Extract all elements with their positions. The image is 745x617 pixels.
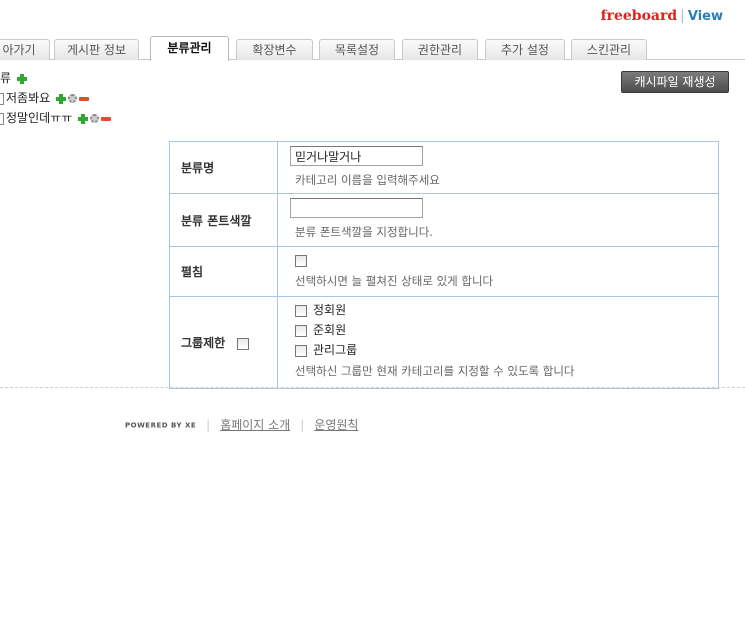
category-name-label: 분류명	[169, 141, 278, 194]
tab-go[interactable]: 아가기	[0, 39, 50, 60]
tab-board-info[interactable]: 게시판 정보	[54, 39, 139, 60]
group-option: 준회원	[295, 321, 718, 341]
add-icon[interactable]	[16, 73, 27, 84]
expand-cell: 선택하시면 늘 펼쳐진 상태로 있게 합니다	[277, 246, 719, 297]
group-limit-label: 그룹제한	[181, 336, 226, 350]
group-option: 정회원	[295, 301, 718, 321]
footer-separator: |	[206, 418, 211, 432]
powered-by-logo[interactable]: POWERED BY XE	[125, 422, 196, 430]
group-option-label: 준회원	[313, 323, 347, 337]
tree-root: 류	[0, 70, 27, 86]
tab-extra-vars[interactable]: 확장변수	[236, 39, 313, 60]
brand-separator: |	[680, 8, 685, 24]
category-name-help: 카테고리 이름을 입력해주세요	[295, 173, 440, 187]
group-checkbox[interactable]	[295, 344, 307, 357]
group-help: 선택하신 그룹만 현재 카테고리를 지정할 수 있도록 합니다	[295, 364, 575, 378]
tree-branch-icon	[0, 92, 4, 105]
tree-item: 저좀봐요	[0, 90, 89, 106]
group-checkbox[interactable]	[295, 304, 307, 317]
group-limit-header: 그룹제한	[169, 296, 278, 389]
group-limit-checkbox[interactable]	[237, 337, 250, 350]
add-icon[interactable]	[78, 113, 89, 124]
delete-icon[interactable]	[101, 116, 112, 121]
brand-name[interactable]: freeboard	[601, 8, 678, 24]
category-name-cell: 카테고리 이름을 입력해주세요	[277, 141, 719, 194]
group-checkbox[interactable]	[295, 324, 307, 337]
form-row-name: 분류명 카테고리 이름을 입력해주세요	[169, 141, 719, 194]
tab-list-settings[interactable]: 목록설정	[319, 39, 395, 60]
group-option: 관리그룹	[295, 341, 718, 361]
delete-icon[interactable]	[79, 96, 89, 101]
gear-icon[interactable]	[68, 94, 77, 103]
expand-checkbox[interactable]	[295, 254, 307, 267]
tab-additional-settings[interactable]: 추가 설정	[485, 39, 565, 60]
add-icon[interactable]	[56, 93, 66, 104]
view-link[interactable]: View	[688, 9, 723, 24]
expand-label: 펼침	[169, 246, 278, 297]
form-row-font-color: 분류 폰트색깔 분류 폰트색깔을 지정합니다.	[169, 193, 719, 247]
footer-link-policy[interactable]: 운영원칙	[314, 418, 358, 432]
footer: POWERED BY XE | 홈페이지 소개 | 운영원칙	[125, 416, 358, 433]
expand-help: 선택하시면 늘 펼쳐진 상태로 있게 합니다	[295, 274, 494, 288]
brand-header: freeboard | View	[601, 8, 723, 24]
footer-link-about[interactable]: 홈페이지 소개	[220, 418, 290, 432]
footer-divider	[0, 387, 745, 388]
font-color-cell: 분류 폰트색깔을 지정합니다.	[277, 193, 719, 247]
category-name-input[interactable]	[290, 146, 423, 166]
tree-item: 정말인데ㅠㅠ	[0, 110, 112, 126]
tree-root-label[interactable]: 류	[0, 71, 11, 85]
expand-checkbox-line	[295, 251, 718, 271]
category-form: 분류명 카테고리 이름을 입력해주세요 분류 폰트색깔 분류 폰트색깔을 지정합…	[169, 141, 719, 389]
tab-category-management[interactable]: 분류관리	[150, 36, 229, 61]
font-color-input[interactable]	[290, 198, 423, 218]
regenerate-cache-button[interactable]: 캐시파일 재생성	[621, 71, 729, 93]
group-option-label: 정회원	[313, 303, 347, 317]
tab-skin-management[interactable]: 스킨관리	[571, 39, 647, 60]
form-row-group: 그룹제한 정회원 준회원 관리그룹 선택하신 그룹만 현재 카테고리를 지정할 …	[169, 296, 719, 389]
form-row-expand: 펼침 선택하시면 늘 펼쳐진 상태로 있게 합니다	[169, 246, 719, 297]
tree-item-label[interactable]: 정말인데ㅠㅠ	[6, 111, 72, 125]
tab-bar: 아가기 게시판 정보 분류관리 확장변수 목록설정 권한관리 추가 설정 스킨관…	[0, 36, 745, 61]
tree-branch-icon	[0, 112, 4, 125]
tab-permissions[interactable]: 권한관리	[402, 39, 478, 60]
font-color-help: 분류 폰트색깔을 지정합니다.	[295, 225, 433, 239]
group-cell: 정회원 준회원 관리그룹 선택하신 그룹만 현재 카테고리를 지정할 수 있도록…	[277, 296, 719, 389]
group-option-label: 관리그룹	[313, 343, 358, 357]
font-color-label: 분류 폰트색깔	[169, 193, 278, 247]
gear-icon[interactable]	[90, 114, 100, 123]
tree-item-label[interactable]: 저좀봐요	[6, 91, 50, 105]
footer-separator: |	[300, 418, 305, 432]
